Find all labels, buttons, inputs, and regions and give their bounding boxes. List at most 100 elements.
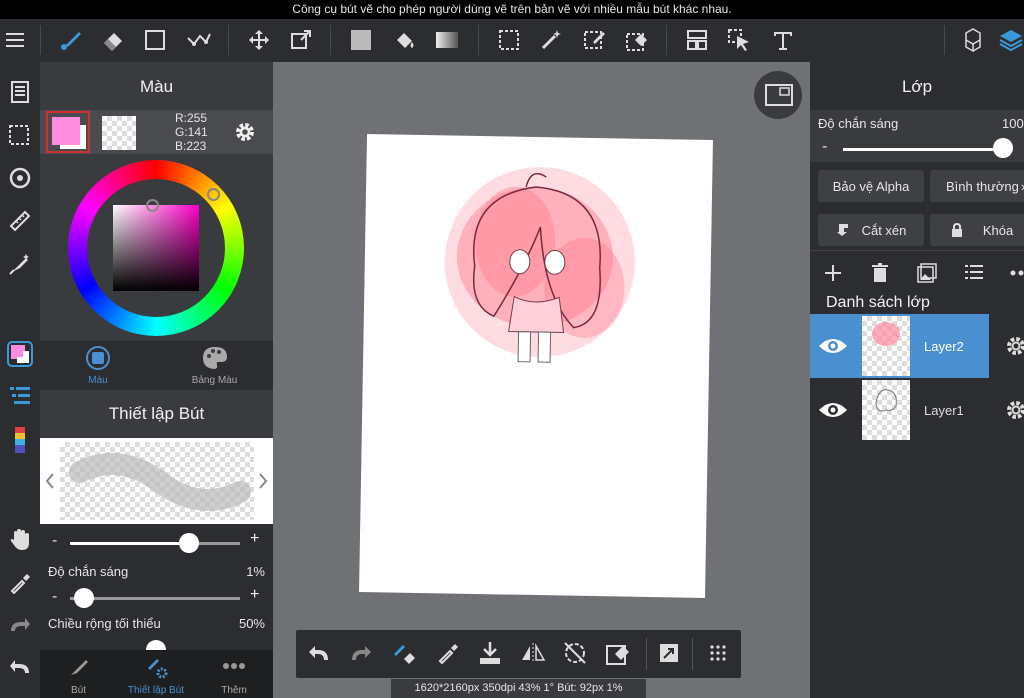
sv-picker[interactable] (146, 199, 159, 212)
grid-menu-icon[interactable] (708, 643, 728, 663)
brush-opacity-row: Độ chắn sáng 1% - + (40, 560, 273, 612)
min-width-row: Chiều rộng tối thiểu 50% (40, 612, 273, 650)
tab-palette[interactable]: Bảng Màu (156, 341, 273, 390)
frame-divider-icon[interactable] (682, 25, 712, 55)
layer-image-icon[interactable] (917, 263, 937, 283)
tab-brush-settings-label: Thiết lập Bút (127, 685, 185, 696)
brush-panel-title: Thiết lập Bút (108, 404, 205, 423)
layer-settings-gear-icon[interactable] (1004, 334, 1024, 358)
magic-wand-icon[interactable] (536, 25, 566, 55)
eyedropper-quick-icon[interactable] (437, 642, 459, 664)
menu-icon[interactable] (0, 25, 30, 55)
brush-opacity-slider[interactable] (70, 597, 240, 600)
delete-layer-icon[interactable] (872, 263, 888, 283)
lock-button[interactable]: Khóa (930, 214, 1024, 246)
filter-icon[interactable] (4, 248, 36, 280)
layer-opacity-minus[interactable]: - (822, 138, 827, 156)
layer-settings-gear-icon[interactable] (1004, 398, 1024, 422)
ruler-icon[interactable] (4, 205, 36, 237)
layer-list-title: Danh sách lớp (826, 294, 930, 311)
rotate-canvas-icon[interactable] (4, 162, 36, 194)
rotate-lock-icon[interactable] (562, 640, 588, 666)
clipping-button[interactable]: Cắt xén (818, 214, 924, 246)
chevron-right-icon[interactable] (257, 472, 269, 490)
brush-opacity-knob[interactable] (73, 588, 94, 608)
alpha-protect-button[interactable]: Bảo vệ Alpha (818, 170, 924, 202)
undo-side-icon[interactable] (4, 652, 36, 684)
lock-label: Khóa (982, 222, 1014, 238)
clip-arrow-icon (836, 224, 848, 236)
visibility-eye-icon[interactable] (818, 334, 848, 358)
layer-actions (810, 250, 1024, 292)
hand-tool-icon[interactable] (4, 524, 36, 556)
color-panel-title: Màu (139, 77, 174, 96)
layer-opacity-knob[interactable] (993, 138, 1013, 158)
flip-horizontal-icon[interactable] (520, 642, 546, 664)
layer-row[interactable]: Layer1 (810, 378, 1024, 442)
operation-tool-icon[interactable] (724, 25, 754, 55)
layer-more-icon[interactable] (1010, 270, 1024, 276)
save-download-icon[interactable] (478, 640, 502, 666)
select-rect-icon[interactable] (494, 25, 524, 55)
chevron-left-icon[interactable] (44, 472, 56, 490)
brush-opacity-label: Độ chắn sáng (48, 564, 129, 579)
eraser-tool-icon[interactable] (98, 25, 128, 55)
clear-layer-icon[interactable] (605, 640, 631, 666)
brush-eraser-toggle-icon[interactable] (391, 640, 417, 666)
layer-opacity-slider[interactable] (843, 148, 1003, 151)
layer-list-icon[interactable] (965, 264, 983, 280)
brush-list-icon[interactable] (4, 380, 36, 412)
tab-brush-settings[interactable]: Thiết lập Bút (117, 650, 195, 698)
tab-more[interactable]: Thêm (195, 650, 273, 698)
layer-row[interactable]: Layer2 (810, 314, 1024, 378)
brush-size-row: - + (40, 524, 273, 560)
navigator-button[interactable] (754, 71, 802, 119)
color-settings-gear-icon[interactable] (233, 120, 257, 149)
drawing-paper[interactable] (359, 134, 713, 598)
blend-mode-button[interactable]: Bình thường› (930, 170, 1024, 202)
hue-picker[interactable] (207, 188, 220, 201)
brush-opacity-value: 1% (246, 564, 265, 579)
selection-icon[interactable] (4, 120, 36, 152)
gradient-tool-icon[interactable] (432, 25, 462, 55)
canvas-area[interactable]: 1620*2160px 350dpi 43% 1° Bút: 92px 1% (273, 62, 810, 698)
shape-tool-icon[interactable] (140, 25, 170, 55)
min-width-knob[interactable] (146, 640, 166, 650)
bucket-tool-icon[interactable] (390, 25, 420, 55)
brush-tool-icon[interactable] (56, 25, 86, 55)
color-swatch-selector[interactable] (46, 111, 90, 153)
size-plus-button[interactable]: + (250, 530, 259, 548)
color-swatch-icon[interactable] (4, 338, 36, 370)
left-rail (0, 62, 40, 698)
layer-opacity-label: Độ chắn sáng (818, 116, 899, 131)
opacity-minus-button[interactable]: - (52, 588, 57, 606)
visibility-eye-icon[interactable] (818, 398, 848, 422)
eyedropper-icon[interactable] (4, 567, 36, 599)
select-pen-icon[interactable] (580, 25, 610, 55)
line-tool-icon[interactable] (184, 25, 214, 55)
transform-tool-icon[interactable] (286, 25, 316, 55)
redo-side-icon[interactable] (4, 610, 36, 642)
tab-brush[interactable]: Bút (40, 650, 117, 698)
text-tool-icon[interactable] (768, 25, 798, 55)
move-tool-icon[interactable] (244, 25, 274, 55)
materials-icon[interactable] (958, 25, 988, 55)
layers-toggle-icon[interactable] (996, 25, 1024, 55)
transparent-color[interactable] (102, 116, 136, 150)
opacity-plus-button[interactable]: + (250, 586, 259, 604)
saturation-value-square[interactable] (113, 205, 199, 291)
brush-size-knob[interactable] (178, 533, 199, 553)
undo-icon[interactable] (308, 644, 330, 662)
min-width-value: 50% (238, 616, 265, 631)
palette-bar-icon[interactable] (4, 424, 36, 456)
select-eraser-icon[interactable] (622, 25, 652, 55)
size-minus-button[interactable]: - (52, 532, 57, 550)
add-layer-icon[interactable] (824, 264, 842, 282)
redo-icon[interactable] (350, 644, 372, 662)
tab-more-label: Thêm (221, 685, 247, 696)
bottom-tabs: Bút Thiết lập Bút Thêm (40, 650, 273, 698)
page-manager-icon[interactable] (4, 76, 36, 108)
tab-color[interactable]: Màu (40, 341, 156, 390)
fill-color-icon[interactable] (346, 25, 376, 55)
share-icon[interactable] (658, 642, 680, 664)
